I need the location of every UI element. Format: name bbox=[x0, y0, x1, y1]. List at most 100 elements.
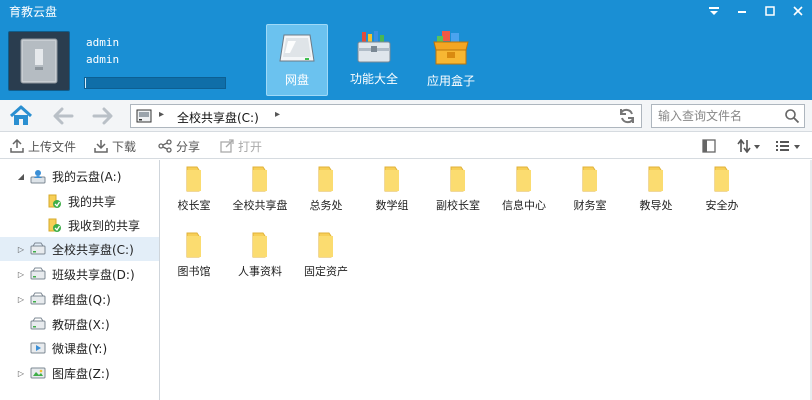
drive-icon bbox=[30, 292, 46, 306]
view-mode-button[interactable] bbox=[775, 137, 803, 155]
title-bar: 育教云盘 bbox=[0, 0, 812, 22]
folder-icon bbox=[318, 166, 333, 192]
storage-quota-fill bbox=[85, 78, 86, 88]
open-label: 打开 bbox=[238, 139, 263, 154]
folder-name: 人事资料 bbox=[238, 265, 282, 278]
tree-expand-icon[interactable]: ▷ bbox=[16, 295, 26, 304]
folder-item[interactable]: 总务处 bbox=[293, 164, 359, 224]
sort-icon bbox=[737, 139, 760, 153]
search-icon bbox=[785, 109, 800, 124]
folder-item[interactable]: 信息中心 bbox=[491, 164, 557, 224]
folder-icon bbox=[186, 232, 201, 258]
sidebar-item-label: 班级共享盘(D:) bbox=[52, 267, 135, 282]
folder-item[interactable]: 教导处 bbox=[623, 164, 689, 224]
drive-icon bbox=[30, 242, 46, 256]
sidebar-item-label: 教研盘(X:) bbox=[52, 317, 110, 332]
arrow-left-icon bbox=[53, 107, 74, 125]
folder-item[interactable]: 副校长室 bbox=[425, 164, 491, 224]
upload-button[interactable]: 上传文件 bbox=[10, 137, 76, 155]
sidebar-item-teaching-disk[interactable]: 教研盘(X:) bbox=[0, 312, 159, 336]
sidebar-item-class-share[interactable]: ▷ 班级共享盘(D:) bbox=[0, 262, 159, 286]
sidebar-item-microlesson-disk[interactable]: 微课盘(Y:) bbox=[0, 336, 159, 360]
sidebar-item-group-disk[interactable]: ▷ 群组盘(Q:) bbox=[0, 287, 159, 311]
nav-wangpan-label: 网盘 bbox=[284, 73, 309, 87]
folder-name: 副校长室 bbox=[436, 199, 480, 212]
folder-name: 财务室 bbox=[573, 199, 607, 212]
share-label: 分享 bbox=[176, 139, 201, 154]
folder-item[interactable]: 图书馆 bbox=[161, 230, 227, 290]
network-disk-icon bbox=[279, 34, 315, 62]
folder-icon bbox=[516, 166, 531, 192]
folder-icon bbox=[318, 232, 333, 258]
search-input[interactable] bbox=[658, 108, 782, 124]
toolbox-icon bbox=[357, 31, 391, 63]
sidebar-item-label: 我收到的共享 bbox=[68, 218, 141, 233]
file-grid: 校长室 全校共享盘 总务处 数学组 副校长室 信息中心 财务室 教导处 安全办 … bbox=[161, 160, 812, 400]
folder-icon bbox=[648, 166, 663, 192]
folder-name: 安全办 bbox=[705, 199, 739, 212]
folder-item[interactable]: 财务室 bbox=[557, 164, 623, 224]
folder-name: 教导处 bbox=[639, 199, 673, 212]
folder-icon bbox=[186, 166, 201, 192]
app-box-icon bbox=[433, 31, 469, 65]
path-segment[interactable]: 全校共享盘(C:) bbox=[177, 109, 259, 126]
chevron-right-icon[interactable]: ▸ bbox=[159, 109, 164, 120]
path-breadcrumb[interactable]: ▸ 全校共享盘(C:) ▸ bbox=[130, 104, 642, 128]
folder-item[interactable]: 人事资料 bbox=[227, 230, 293, 290]
forward-button[interactable] bbox=[90, 104, 116, 128]
layout-toggle-button[interactable] bbox=[702, 137, 716, 155]
shared-folder-icon bbox=[46, 193, 62, 209]
home-button[interactable] bbox=[8, 104, 34, 128]
drive-icon bbox=[30, 267, 46, 281]
download-label: 下载 bbox=[112, 139, 137, 154]
sidebar-item-label: 我的共享 bbox=[68, 194, 117, 209]
open-button[interactable]: 打开 bbox=[220, 137, 262, 155]
sidebar-item-label: 微课盘(Y:) bbox=[52, 341, 108, 356]
action-toolbar: 上传文件 下载 分享 打开 bbox=[0, 133, 812, 159]
folder-icon bbox=[450, 166, 465, 192]
nav-wangpan[interactable]: 网盘 bbox=[266, 24, 328, 96]
app-title: 育教云盘 bbox=[9, 5, 58, 19]
chevron-right-icon[interactable]: ▸ bbox=[275, 109, 280, 120]
tree-expand-icon[interactable]: ▷ bbox=[16, 245, 26, 254]
search-button[interactable] bbox=[783, 107, 801, 125]
back-button[interactable] bbox=[50, 104, 76, 128]
share-button[interactable]: 分享 bbox=[158, 137, 200, 155]
sidebar-item-label: 图库盘(Z:) bbox=[52, 366, 110, 381]
folder-item[interactable]: 数学组 bbox=[359, 164, 425, 224]
avatar[interactable] bbox=[8, 31, 70, 91]
sidebar-tree: ◢ 我的云盘(A:) 我的共享 我收到的共享 ▷ 全校共享盘(C:) ▷ 班级共… bbox=[0, 160, 160, 400]
list-view-icon bbox=[776, 141, 800, 151]
close-icon[interactable] bbox=[784, 0, 812, 22]
sidebar-item-label: 群组盘(Q:) bbox=[52, 292, 111, 307]
minimize-icon[interactable] bbox=[728, 0, 756, 22]
nav-yingyong[interactable]: 应用盒子 bbox=[420, 24, 482, 96]
folder-icon bbox=[252, 166, 267, 192]
folder-name: 校长室 bbox=[177, 199, 211, 212]
download-button[interactable]: 下载 bbox=[94, 137, 136, 155]
tree-expand-icon[interactable]: ▷ bbox=[16, 369, 26, 378]
folder-icon bbox=[582, 166, 597, 192]
upload-icon bbox=[10, 139, 24, 153]
sort-button[interactable] bbox=[737, 137, 761, 155]
folder-item[interactable]: 校长室 bbox=[161, 164, 227, 224]
sidebar-item-received-share[interactable]: 我收到的共享 bbox=[0, 213, 159, 237]
sidebar-item-school-share[interactable]: ▷ 全校共享盘(C:) bbox=[0, 237, 159, 261]
home-icon bbox=[9, 105, 33, 125]
tree-collapse-icon[interactable]: ◢ bbox=[16, 172, 26, 181]
refresh-button[interactable] bbox=[617, 107, 637, 125]
sidebar-item-gallery-disk[interactable]: ▷ 图库盘(Z:) bbox=[0, 361, 159, 385]
sidebar-item-my-share[interactable]: 我的共享 bbox=[0, 189, 159, 213]
maximize-icon[interactable] bbox=[756, 0, 784, 22]
sidebar-item-label: 全校共享盘(C:) bbox=[52, 242, 134, 257]
user-account: admin bbox=[86, 53, 120, 66]
nav-gongneng[interactable]: 功能大全 bbox=[343, 24, 405, 96]
tree-expand-icon[interactable]: ▷ bbox=[16, 270, 26, 279]
sidebar-item-my-cloud[interactable]: ◢ 我的云盘(A:) bbox=[0, 164, 159, 188]
folder-item[interactable]: 固定资产 bbox=[293, 230, 359, 290]
window-controls bbox=[700, 0, 812, 22]
menu-dropdown-icon[interactable] bbox=[700, 0, 728, 22]
folder-item[interactable]: 安全办 bbox=[689, 164, 755, 224]
search-box bbox=[651, 104, 805, 128]
folder-item[interactable]: 全校共享盘 bbox=[227, 164, 293, 224]
